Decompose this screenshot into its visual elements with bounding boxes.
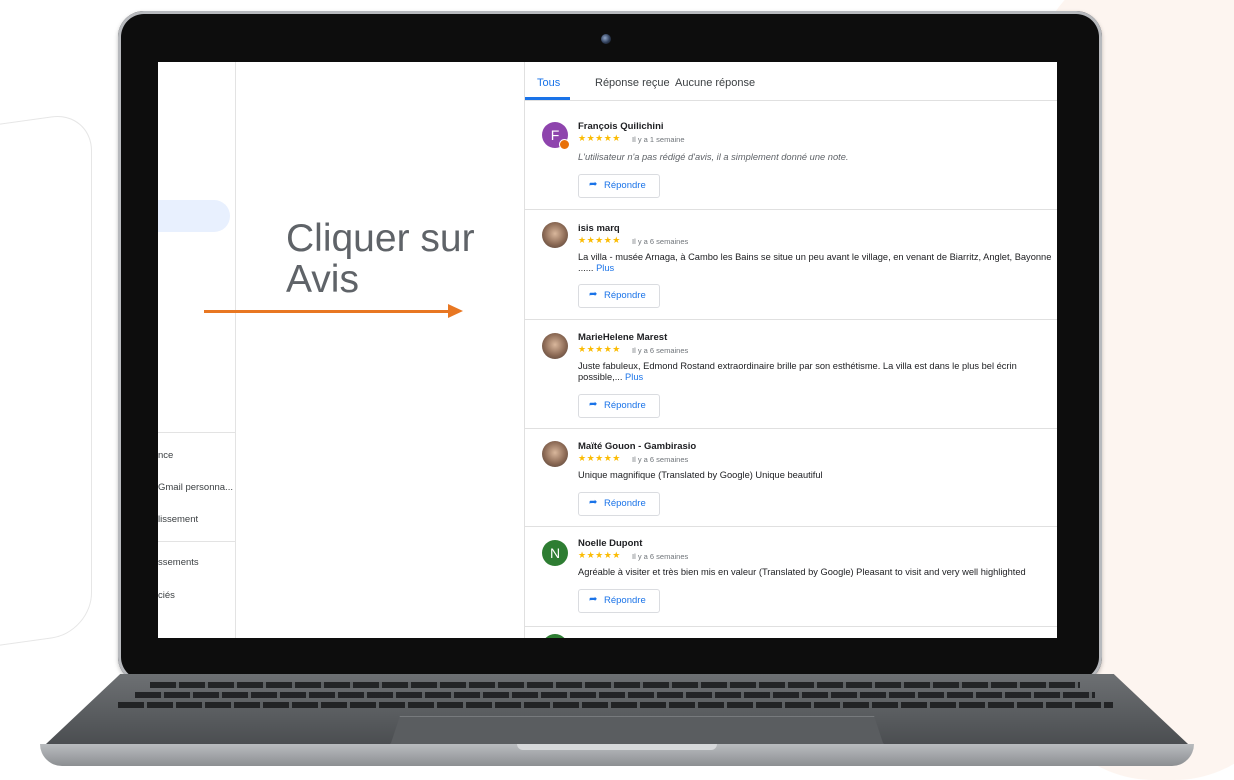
tab-all[interactable]: Tous <box>537 77 560 89</box>
tab-replied[interactable]: Réponse reçue <box>595 77 670 89</box>
laptop-notch <box>517 744 717 750</box>
avatar <box>542 222 568 248</box>
reply-label: Répondre <box>604 180 646 191</box>
more-link[interactable]: Plus <box>625 372 643 382</box>
avatar <box>542 634 568 638</box>
star-rating: ★★★★★ <box>578 550 621 560</box>
reply-button[interactable]: ➦ Répondre <box>578 492 660 516</box>
webcam-icon <box>601 34 611 44</box>
review-text: L'utilisateur n'a pas rédigé d'avis, il … <box>578 152 849 162</box>
star-rating: ★★★★★ <box>578 235 621 245</box>
more-link[interactable]: Plus <box>596 263 614 273</box>
reply-button[interactable]: ➦ Répondre <box>578 174 660 198</box>
reply-button[interactable]: ➦ Répondre <box>578 394 660 418</box>
review-item: N Noelle Dupont ★★★★★ Il y a 6 semaines … <box>525 526 1057 627</box>
sidebar: nce Gmail personna... lissement ssements… <box>158 62 236 638</box>
reviewer-name: François Quilichini <box>578 121 664 132</box>
callout-line: Avis <box>286 258 359 301</box>
avatar <box>542 333 568 359</box>
keyboard-row <box>118 702 1113 708</box>
reply-label: Répondre <box>604 595 646 606</box>
reply-arrow-icon: ➦ <box>589 179 598 190</box>
avatar <box>542 441 568 467</box>
review-tabs: Tous Réponse reçue Aucune réponse <box>525 62 1057 101</box>
keyboard-row <box>150 682 1080 688</box>
callout-line: Cliquer sur <box>286 217 475 260</box>
review-text: La villa - musée Arnaga, à Cambo les Bai… <box>578 252 1057 274</box>
review-item: F François Quilichini ★★★★★ Il y a 1 sem… <box>525 101 1057 210</box>
review-text: Agréable à visiter et très bien mis en v… <box>578 567 1026 577</box>
sidebar-divider <box>158 432 235 433</box>
sidebar-item[interactable]: Gmail personna... <box>158 482 235 493</box>
review-text: Juste fabuleux, Edmond Rostand extraordi… <box>578 361 1057 383</box>
reviews-panel: Tous Réponse reçue Aucune réponse F Fran… <box>524 62 1057 638</box>
sidebar-item[interactable]: ssements <box>158 557 235 568</box>
reply-label: Répondre <box>604 290 646 301</box>
background-outline <box>0 110 92 652</box>
sidebar-divider <box>158 541 235 542</box>
sidebar-item[interactable]: nce <box>158 450 235 461</box>
laptop-screen: nce Gmail personna... lissement ssements… <box>158 62 1057 638</box>
sidebar-item[interactable]: lissement <box>158 514 235 525</box>
review-time: Il y a 1 semaine <box>632 135 685 144</box>
review-time: Il y a 6 semaines <box>632 455 689 464</box>
reviewer-name: Maïté Gouon - Gambirasio <box>578 441 697 452</box>
reply-button[interactable]: ➦ Répondre <box>578 589 660 613</box>
sidebar-item-active[interactable] <box>158 200 230 232</box>
local-guide-badge-icon <box>559 139 570 150</box>
avatar: N <box>542 540 568 566</box>
reviewer-name: MarieHelene Marest <box>578 332 668 343</box>
reply-arrow-icon: ➦ <box>589 289 598 300</box>
review-time: Il y a 6 semaines <box>632 346 689 355</box>
star-rating: ★★★★★ <box>578 133 621 143</box>
trackpad <box>390 716 884 746</box>
review-text: Unique magnifique (Translated by Google)… <box>578 470 823 480</box>
reviewer-name: Noelle Dupont <box>578 538 643 549</box>
reply-arrow-icon: ➦ <box>589 399 598 410</box>
review-item: Maïté Gouon - Gambirasio ★★★★★ Il y a 6 … <box>525 428 1057 527</box>
reviewer-name: isis marq <box>578 223 620 234</box>
active-tab-indicator <box>525 97 570 100</box>
reply-arrow-icon: ➦ <box>589 594 598 605</box>
review-item: isis marq ★★★★★ Il y a 6 semaines La vil… <box>525 209 1057 320</box>
arrow-right-icon <box>448 304 463 318</box>
instruction-callout: Cliquer sur Avis <box>286 218 475 300</box>
review-text-body: La villa - musée Arnaga, à Cambo les Bai… <box>578 252 1052 273</box>
reply-arrow-icon: ➦ <box>589 497 598 508</box>
star-rating: ★★★★★ <box>578 344 621 354</box>
reply-label: Répondre <box>604 400 646 411</box>
star-rating: ★★★★★ <box>578 453 621 463</box>
tab-no-reply[interactable]: Aucune réponse <box>675 77 755 89</box>
reply-label: Répondre <box>604 498 646 509</box>
review-time: Il y a 6 semaines <box>632 237 689 246</box>
keyboard-row <box>135 692 1095 698</box>
sidebar-item[interactable]: ciés <box>158 590 235 601</box>
review-time: Il y a 6 semaines <box>632 552 689 561</box>
reply-button[interactable]: ➦ Répondre <box>578 284 660 308</box>
review-item: MarieHelene Marest ★★★★★ Il y a 6 semain… <box>525 319 1057 429</box>
pointer-arrow-line <box>204 310 454 313</box>
review-text-body: Juste fabuleux, Edmond Rostand extraordi… <box>578 361 1017 382</box>
laptop-base <box>0 674 1234 773</box>
